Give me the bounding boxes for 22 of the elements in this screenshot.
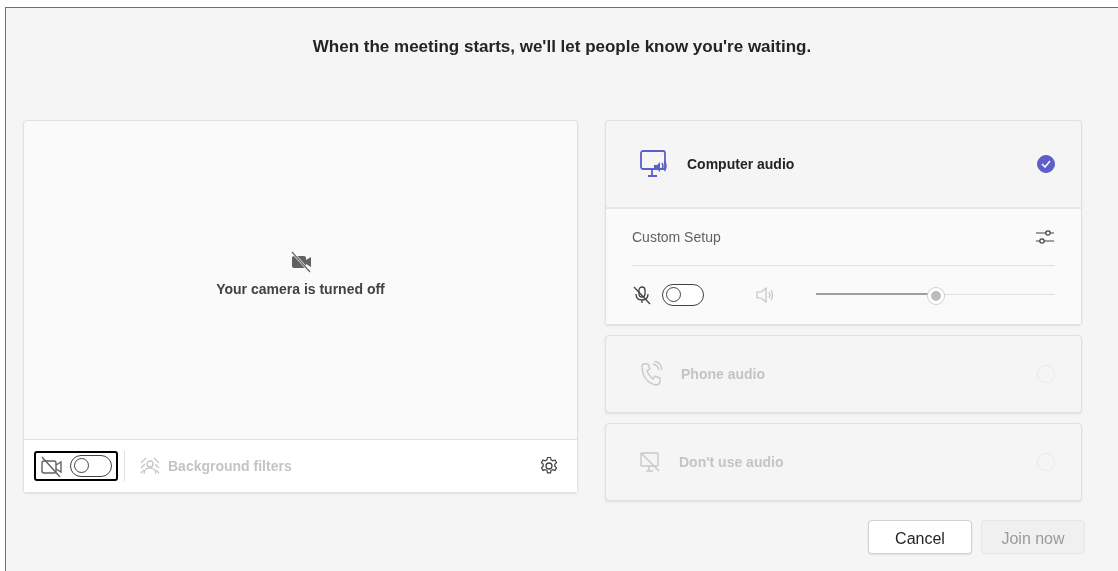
settings-sliders-icon[interactable] bbox=[1035, 228, 1055, 246]
radio-button[interactable] bbox=[1037, 155, 1055, 173]
slider-thumb[interactable] bbox=[927, 288, 944, 304]
volume-slider[interactable] bbox=[816, 288, 1055, 302]
camera-off-message: Your camera is turned off bbox=[216, 279, 385, 299]
phone-icon bbox=[639, 361, 663, 387]
microphone-off-icon bbox=[632, 285, 652, 305]
check-icon bbox=[1041, 160, 1051, 168]
speaker-icon bbox=[754, 285, 776, 305]
camera-off-icon bbox=[40, 455, 62, 477]
action-button[interactable]: Cancel bbox=[868, 520, 972, 554]
camera-toggle[interactable] bbox=[70, 455, 112, 477]
custom-setup-label: Custom Setup bbox=[632, 227, 721, 247]
camera-off-icon bbox=[289, 250, 312, 273]
heading: When the meeting starts, we'll let people know you're waiting. bbox=[311, 36, 813, 58]
audio-option-label: Computer audio bbox=[687, 154, 795, 174]
background-filters-icon bbox=[140, 457, 160, 475]
audio-option[interactable]: Computer audio bbox=[606, 121, 1081, 207]
computer-audio-icon bbox=[639, 149, 669, 179]
settings-icon[interactable] bbox=[539, 456, 559, 476]
no-audio-icon bbox=[639, 451, 661, 473]
microphone-toggle[interactable] bbox=[662, 284, 704, 306]
